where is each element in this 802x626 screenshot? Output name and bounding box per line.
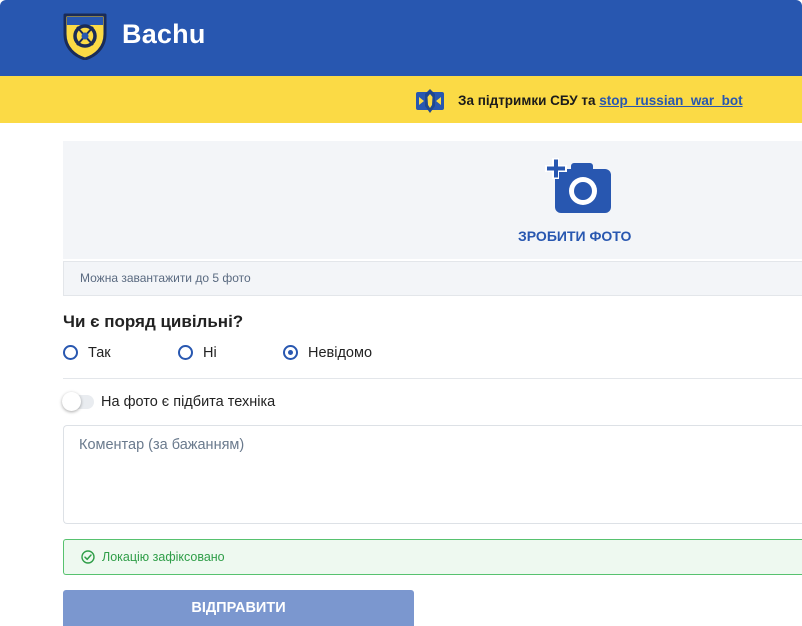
radio-circle[interactable] [178,345,193,360]
upload-limit-note: Можна завантажити до 5 фото [63,261,802,296]
bachu-logo-icon[interactable] [62,12,108,60]
radio-label-no: Ні [203,345,217,361]
location-status-text: Локацію зафіксовано [102,550,225,564]
divider [63,378,802,379]
brand-name: Bachu [122,19,206,49]
comment-field[interactable] [63,425,802,524]
civilians-question: Чи є поряд цивільні? [63,312,244,331]
sbu-emblem-icon [416,89,444,113]
damaged-equipment-toggle[interactable] [62,392,94,411]
banner-text: За підтримки СБУ та stop_russian_war_bot [458,93,743,108]
radio-circle-selected[interactable] [283,345,298,360]
radio-label-unknown: Невідомо [308,345,373,361]
radio-label-yes: Так [88,345,111,361]
check-circle-icon [81,550,95,564]
take-photo-button[interactable]: ЗРОБИТИ ФОТО [518,228,631,244]
damaged-equipment-label: На фото є підбита техніка [101,394,276,410]
banner-label: За підтримки СБУ та [458,93,596,108]
photo-upload-area[interactable] [63,141,802,259]
radio-circle[interactable] [63,345,78,360]
submit-button[interactable]: ВІДПРАВИТИ [63,590,414,626]
camera-plus-icon[interactable] [545,157,613,215]
bot-link[interactable]: stop_russian_war_bot [599,93,742,108]
toggle-knob[interactable] [62,392,81,411]
app-header: Bachu [0,0,802,76]
radio-selected-dot [288,350,293,355]
location-status: Локацію зафіксовано [63,539,802,575]
